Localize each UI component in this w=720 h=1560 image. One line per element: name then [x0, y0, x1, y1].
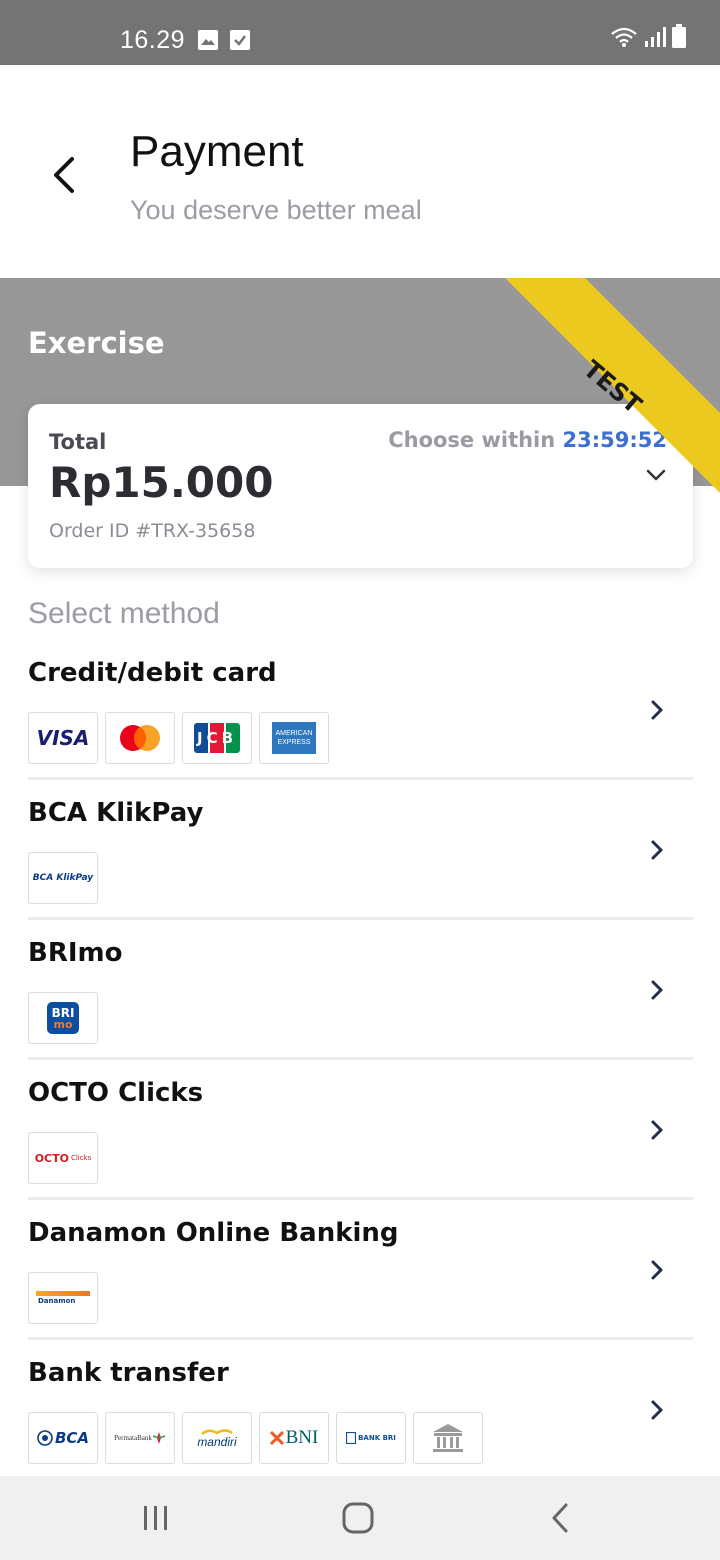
page-header: Payment You deserve better meal — [0, 65, 720, 278]
method-name: BRImo — [28, 938, 123, 968]
method-name: Danamon Online Banking — [28, 1218, 399, 1248]
status-bar: 16.29 — [0, 0, 720, 65]
method-logos: BCA PermataBank mandiri BNI BANK BRI — [28, 1412, 483, 1464]
method-logos: BRI mo — [28, 992, 98, 1044]
expand-details-button[interactable] — [645, 466, 667, 484]
page-title: Payment — [130, 127, 304, 176]
method-logos: OCTO Clicks — [28, 1132, 98, 1184]
method-logos: BCA KlikPay — [28, 852, 98, 904]
chevron-down-icon — [646, 469, 666, 481]
home-icon — [342, 1502, 374, 1534]
select-method-heading: Select method — [28, 597, 220, 630]
amex-logo: AMERICAN EXPRESS — [259, 712, 329, 764]
merchant-name: Exercise — [28, 326, 165, 360]
countdown-timer: 23:59:52 — [562, 428, 667, 452]
page-subtitle: You deserve better meal — [130, 195, 422, 225]
method-name: OCTO Clicks — [28, 1078, 204, 1108]
chevron-right-icon — [651, 1260, 663, 1280]
bca-logo: BCA — [28, 1412, 98, 1464]
method-brimo[interactable]: BRImo BRI mo — [28, 920, 693, 1060]
wifi-icon — [610, 26, 638, 52]
method-bank-transfer[interactable]: Bank transfer BCA PermataBank mandiri BN… — [28, 1340, 693, 1480]
battery-icon — [672, 24, 686, 52]
bank-building-icon — [413, 1412, 483, 1464]
recent-apps-icon — [144, 1506, 167, 1530]
bni-logo: BNI — [259, 1412, 329, 1464]
mastercard-logo — [105, 712, 175, 764]
chevron-left-icon — [54, 157, 74, 193]
checkbox-icon — [230, 30, 250, 50]
mandiri-logo: mandiri — [182, 1412, 252, 1464]
chevron-right-icon — [651, 700, 663, 720]
method-credit-card[interactable]: Credit/debit card VISA JCB AMERICAN EXPR… — [28, 640, 693, 780]
visa-logo: VISA — [28, 712, 98, 764]
system-back-button[interactable] — [538, 1502, 582, 1534]
order-id: Order ID #TRX-35658 — [49, 520, 256, 542]
method-name: Bank transfer — [28, 1358, 229, 1388]
order-summary-card: Total Rp15.000 Order ID #TRX-35658 Choos… — [28, 404, 693, 568]
total-amount: Rp15.000 — [49, 458, 274, 507]
system-nav-bar — [0, 1476, 720, 1560]
method-logos: VISA JCB AMERICAN EXPRESS — [28, 712, 329, 764]
method-bca-klikpay[interactable]: BCA KlikPay BCA KlikPay — [28, 780, 693, 920]
image-icon — [198, 30, 218, 50]
recent-apps-button[interactable] — [134, 1502, 178, 1534]
method-octo-clicks[interactable]: OCTO Clicks OCTO Clicks — [28, 1060, 693, 1200]
back-button[interactable] — [46, 155, 86, 195]
octo-clicks-logo: OCTO Clicks — [28, 1132, 98, 1184]
signal-icon — [644, 26, 666, 52]
jcb-logo: JCB — [182, 712, 252, 764]
brimo-logo: BRI mo — [28, 992, 98, 1044]
status-right-icons — [610, 24, 686, 52]
chevron-right-icon — [651, 840, 663, 860]
total-label: Total — [49, 430, 107, 454]
method-name: Credit/debit card — [28, 658, 277, 688]
chevron-right-icon — [651, 980, 663, 1000]
permata-logo: PermataBank — [105, 1412, 175, 1464]
bank-bri-logo: BANK BRI — [336, 1412, 406, 1464]
method-danamon[interactable]: Danamon Online Banking Danamon — [28, 1200, 693, 1340]
back-icon — [552, 1503, 568, 1533]
home-button[interactable] — [336, 1502, 380, 1534]
status-time: 16.29 — [120, 26, 186, 54]
chevron-right-icon — [651, 1400, 663, 1420]
countdown-text: Choose within 23:59:52 — [388, 428, 667, 452]
countdown-label: Choose within — [388, 428, 556, 452]
danamon-logo: Danamon — [28, 1272, 98, 1324]
bca-klikpay-logo: BCA KlikPay — [28, 852, 98, 904]
chevron-right-icon — [651, 1120, 663, 1140]
method-logos: Danamon — [28, 1272, 98, 1324]
method-name: BCA KlikPay — [28, 798, 204, 828]
